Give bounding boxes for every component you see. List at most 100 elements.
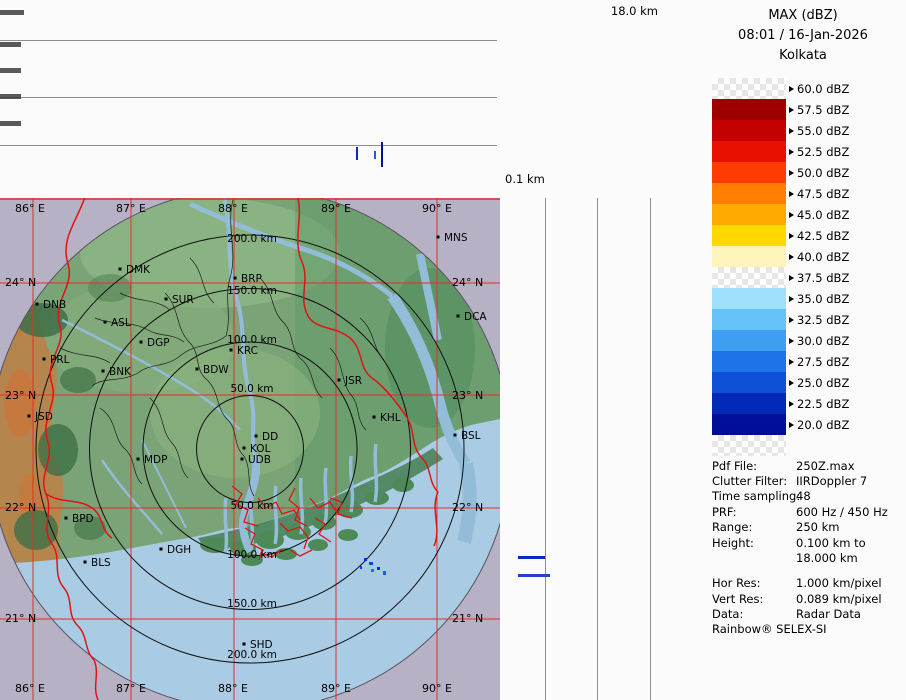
- scale-label: 20.0 dBZ: [797, 418, 849, 432]
- scale-tick-arrow: [789, 233, 794, 239]
- info-label: Hor Res:: [712, 576, 796, 590]
- station-dot: [160, 548, 163, 551]
- scale-row: 27.5 dBZ: [712, 351, 849, 372]
- latitude-label: 21° N: [452, 612, 483, 625]
- scale-row: 35.0 dBZ: [712, 288, 849, 309]
- scale-label: 35.0 dBZ: [797, 292, 849, 306]
- scale-swatch: [712, 225, 786, 246]
- scale-tick-arrow: [789, 422, 794, 428]
- station-dot: [102, 370, 105, 373]
- radar-site-name: Kolkata: [710, 46, 896, 66]
- scale-swatch: [712, 351, 786, 372]
- scale-label: 50.0 dBZ: [797, 166, 849, 180]
- latitude-label: 22° N: [5, 501, 36, 514]
- info-row: 18.000 km: [712, 550, 888, 565]
- info-label: Pdf File:: [712, 459, 796, 473]
- station-label: SUR: [172, 294, 194, 306]
- ring-label: 50.0 km: [230, 500, 273, 512]
- scale-tick-arrow: [789, 212, 794, 218]
- echo-mark: [356, 147, 358, 160]
- station-label: PRL: [50, 354, 70, 366]
- info-value: Radar Data: [796, 607, 861, 621]
- station-label: MNS: [444, 232, 468, 244]
- info-label: PRF:: [712, 505, 796, 519]
- scale-label: 25.0 dBZ: [797, 376, 849, 390]
- scale-row: [712, 435, 849, 456]
- info-row: Height:0.100 km to: [712, 535, 888, 550]
- station-dot: [255, 435, 258, 438]
- scale-tick-arrow: [789, 380, 794, 386]
- latitude-label: 23° N: [452, 389, 483, 402]
- radar-map-panel: 200.0 km150.0 km100.0 km50.0 km50.0 km10…: [0, 198, 500, 700]
- info-value: IIRDoppler 7: [796, 474, 867, 488]
- scale-row: 57.5 dBZ: [712, 99, 849, 120]
- station-dot: [338, 379, 341, 382]
- info-label: Time sampling:: [712, 489, 796, 503]
- echo-mark: [381, 142, 383, 167]
- scale-tick-arrow: [789, 275, 794, 281]
- echo-mark: [518, 556, 545, 559]
- height-axis-tick: [0, 10, 24, 15]
- scale-label: 42.5 dBZ: [797, 229, 849, 243]
- profile-gridline: [597, 198, 598, 700]
- longitude-label: 90° E: [422, 682, 452, 695]
- info-value: 1.000 km/pixel: [796, 576, 882, 590]
- scale-row: 22.5 dBZ: [712, 393, 849, 414]
- side-axis-max-label: 18.0 km: [611, 4, 658, 18]
- info-value: 250Z.max: [796, 459, 855, 473]
- scale-swatch: [712, 288, 786, 309]
- ring-label: 200.0 km: [227, 233, 277, 245]
- legend-panel: MAX (dBZ) 08:01 / 16-Jan-2026 Kolkata 60…: [660, 0, 906, 700]
- side-axis-origin-label: 0.1 km: [505, 172, 545, 186]
- scale-swatch: [712, 372, 786, 393]
- scale-swatch: [712, 120, 786, 141]
- info-row: Time sampling:48: [712, 489, 888, 504]
- scale-row: 55.0 dBZ: [712, 120, 849, 141]
- scale-row: 47.5 dBZ: [712, 183, 849, 204]
- scale-label: 22.5 dBZ: [797, 397, 849, 411]
- scale-row: 37.5 dBZ: [712, 267, 849, 288]
- station-label: BLS: [91, 557, 111, 569]
- station-dot: [137, 458, 140, 461]
- station-dot: [43, 358, 46, 361]
- info-row: Hor Res:1.000 km/pixel: [712, 576, 888, 591]
- scale-tick-arrow: [789, 149, 794, 155]
- scale-swatch: [712, 204, 786, 225]
- software-brand: Rainbow® SELEX-SI: [712, 622, 827, 636]
- profile-gridline: [0, 40, 497, 41]
- scale-label: 40.0 dBZ: [797, 250, 849, 264]
- latitude-label: 22° N: [452, 501, 483, 514]
- color-scale: 60.0 dBZ57.5 dBZ55.0 dBZ 52.5 dBZ 50.0 dBZ…: [712, 78, 849, 456]
- longitude-label: 86° E: [15, 682, 45, 695]
- station-label: BPD: [72, 513, 94, 525]
- scale-tick-arrow: [789, 296, 794, 302]
- longitude-label: 88° E: [218, 202, 248, 215]
- station-dot: [437, 236, 440, 239]
- station-dot: [165, 298, 168, 301]
- scale-swatch: [712, 78, 786, 99]
- station-label: DD: [262, 431, 278, 443]
- station-dot: [84, 561, 87, 564]
- scale-row: 45.0 dBZ: [712, 204, 849, 225]
- scale-swatch: [712, 393, 786, 414]
- rainbow-radar-window: 18.0 km 0.1 km: [0, 0, 906, 700]
- info-row: Data:Radar Data: [712, 607, 888, 622]
- ring-label: 150.0 km: [227, 285, 277, 297]
- scale-swatch: [712, 162, 786, 183]
- echo-mark: [518, 574, 550, 577]
- station-dot: [243, 643, 246, 646]
- info-value: 600 Hz / 450 Hz: [796, 505, 888, 519]
- station-label: DNB: [43, 299, 66, 311]
- scale-row: 60.0 dBZ: [712, 78, 849, 99]
- scale-swatch: [712, 435, 786, 456]
- scale-label: 47.5 dBZ: [797, 187, 849, 201]
- scale-label: 52.5 dBZ: [797, 145, 849, 159]
- scale-row: 30.0 dBZ: [712, 330, 849, 351]
- ring-label: 50.0 km: [230, 383, 273, 395]
- product-datetime: 08:01 / 16-Jan-2026: [710, 26, 896, 46]
- station-dot: [373, 416, 376, 419]
- scale-row: 40.0 dBZ: [712, 246, 849, 267]
- station-label: BDW: [203, 364, 229, 376]
- scale-label: 27.5 dBZ: [797, 355, 849, 369]
- scale-tick-arrow: [789, 191, 794, 197]
